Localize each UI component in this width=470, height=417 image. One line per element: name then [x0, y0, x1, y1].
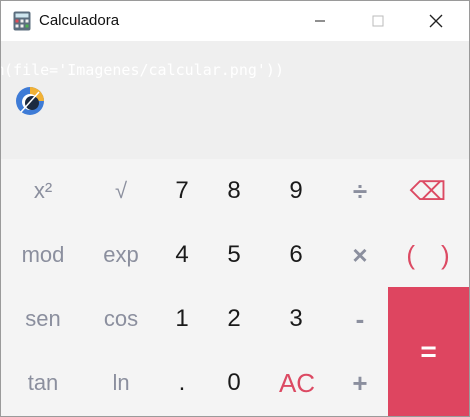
- backspace-key[interactable]: ⌫: [397, 159, 459, 223]
- divide-key[interactable]: ÷: [337, 159, 383, 223]
- calculator-window: Calculadora m(file='Imagenes/calcular.pn…: [0, 0, 470, 417]
- digit-3-key[interactable]: 3: [273, 287, 319, 351]
- decimal-point-key[interactable]: .: [159, 351, 205, 415]
- window-title: Calculadora: [39, 12, 120, 29]
- add-key[interactable]: +: [337, 351, 383, 415]
- calculator-icon: [13, 11, 31, 31]
- square-key[interactable]: x²: [13, 159, 73, 223]
- digit-7-key[interactable]: 7: [159, 159, 205, 223]
- all-clear-key[interactable]: AC: [267, 351, 327, 415]
- equals-key[interactable]: =: [388, 287, 469, 416]
- close-icon: [429, 14, 443, 28]
- theme-toggle-icon[interactable]: [15, 86, 45, 116]
- digit-5-key[interactable]: 5: [211, 223, 257, 287]
- sen-key[interactable]: sen: [13, 287, 73, 351]
- digit-0-key[interactable]: 0: [211, 351, 257, 415]
- digit-2-key[interactable]: 2: [211, 287, 257, 351]
- title-bar: Calculadora: [1, 1, 469, 41]
- digit-8-key[interactable]: 8: [211, 159, 257, 223]
- minimize-icon: [315, 20, 325, 22]
- cos-key[interactable]: cos: [91, 287, 151, 351]
- parentheses-key[interactable]: ( ): [391, 223, 465, 287]
- digit-4-key[interactable]: 4: [159, 223, 205, 287]
- mod-key[interactable]: mod: [13, 223, 73, 287]
- calculator-display: m(file='Imagenes/calcular.png')): [1, 41, 469, 159]
- subtract-key[interactable]: -: [337, 287, 383, 351]
- digit-1-key[interactable]: 1: [159, 287, 205, 351]
- maximize-button[interactable]: [349, 1, 407, 41]
- open-paren: (: [406, 239, 415, 270]
- keypad: x² √ 7 8 9 ÷ ⌫ mod exp 4 5 6 × ( ) sen c…: [1, 159, 469, 416]
- close-button[interactable]: [407, 1, 465, 41]
- exp-key[interactable]: exp: [91, 223, 151, 287]
- ln-key[interactable]: ln: [91, 351, 151, 415]
- backspace-icon: ⌫: [409, 175, 447, 206]
- digit-6-key[interactable]: 6: [273, 223, 319, 287]
- close-paren: ): [441, 239, 450, 270]
- multiply-key[interactable]: ×: [337, 223, 383, 287]
- minimize-button[interactable]: [291, 1, 349, 41]
- sqrt-key[interactable]: √: [91, 159, 151, 223]
- background-code-text: m(file='Imagenes/calcular.png')): [1, 61, 284, 79]
- maximize-icon: [372, 15, 384, 27]
- tan-key[interactable]: tan: [13, 351, 73, 415]
- digit-9-key[interactable]: 9: [273, 159, 319, 223]
